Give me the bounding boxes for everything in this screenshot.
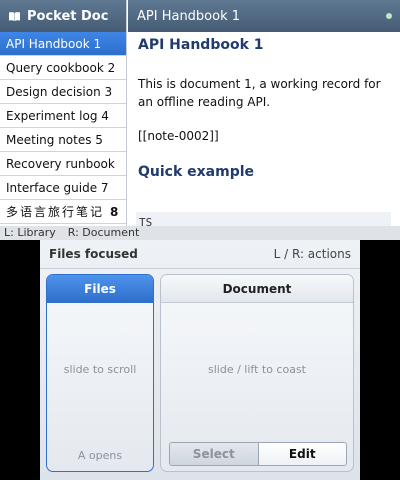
file-list-item[interactable]: Recovery runbook	[0, 152, 126, 176]
wiki-link[interactable]: [[note-0002]]	[138, 129, 390, 143]
file-list-item[interactable]: Meeting notes 5	[0, 128, 126, 152]
file-list-item[interactable]: Query cookbook 2	[0, 56, 126, 80]
focus-label: Files focused	[49, 247, 138, 261]
document-header: API Handbook 1	[128, 0, 400, 32]
top-screen: Pocket Doc API Handbook 1 Query cookbook …	[0, 0, 400, 240]
right-shoulder-hint: R: Document	[67, 226, 140, 239]
file-list-item-label: Recovery runbook	[6, 156, 115, 171]
file-list-item-label: Query cookbook 2	[6, 60, 116, 75]
bottom-header: Files focused L / R: actions	[40, 240, 360, 269]
bottom-screen: Files focused L / R: actions Files slide…	[40, 240, 360, 480]
file-list[interactable]: API Handbook 1 Query cookbook 2 Design dec…	[0, 32, 126, 224]
document-body[interactable]: API Handbook 1 This is document 1, a wor…	[128, 32, 400, 180]
document-scroll-hint: slide / lift to coast	[208, 363, 306, 376]
status-strip: L: Library R: Document	[0, 226, 400, 240]
file-list-item[interactable]: Experiment log 4	[0, 104, 126, 128]
file-list-item-label: API Handbook 1	[6, 36, 102, 51]
file-list-item[interactable]: Interface guide 7	[0, 176, 126, 200]
document-paragraph: This is document 1, a working record for…	[138, 77, 381, 109]
document-header-title: API Handbook 1	[137, 8, 241, 24]
document-panel-title: Document	[161, 275, 353, 303]
sidebar: Pocket Doc API Handbook 1 Query cookbook …	[0, 0, 127, 226]
book-icon	[8, 11, 21, 22]
files-scroll-hint: slide to scroll	[63, 363, 137, 376]
files-panel[interactable]: Files slide to scroll A opens	[46, 274, 154, 472]
app-title: Pocket Doc	[27, 8, 109, 24]
files-open-hint: A opens	[77, 449, 123, 462]
document-subheading: Quick example	[138, 164, 255, 180]
file-list-item-label: Experiment log 4	[6, 108, 109, 123]
file-list-item-label: 多语言旅行笔记	[6, 205, 105, 219]
file-list-item[interactable]: 多语言旅行笔记 8	[0, 200, 126, 224]
files-panel-title: Files	[47, 275, 153, 303]
file-list-item[interactable]: API Handbook 1	[0, 32, 126, 56]
file-list-item-label: Meeting notes 5	[6, 132, 103, 147]
document-title: API Handbook 1	[138, 37, 264, 53]
edit-button[interactable]: Edit	[258, 443, 346, 465]
file-list-item-label: Interface guide 7	[6, 180, 109, 195]
select-button[interactable]: Select	[170, 443, 259, 465]
document-action-row: Select Edit	[169, 442, 347, 466]
shoulder-actions-hint: L / R: actions	[273, 247, 351, 261]
status-dot-icon	[386, 13, 392, 19]
document-panel[interactable]: Document slide / lift to coast Select Ed…	[160, 274, 354, 472]
file-list-item-label: Design decision 3	[6, 84, 113, 99]
file-list-item-number: 8	[110, 204, 119, 219]
document-pane: API Handbook 1 API Handbook 1 This is do…	[128, 0, 400, 232]
sidebar-header: Pocket Doc	[0, 0, 126, 32]
left-shoulder-hint: L: Library	[4, 226, 56, 239]
file-list-item[interactable]: Design decision 3	[0, 80, 126, 104]
